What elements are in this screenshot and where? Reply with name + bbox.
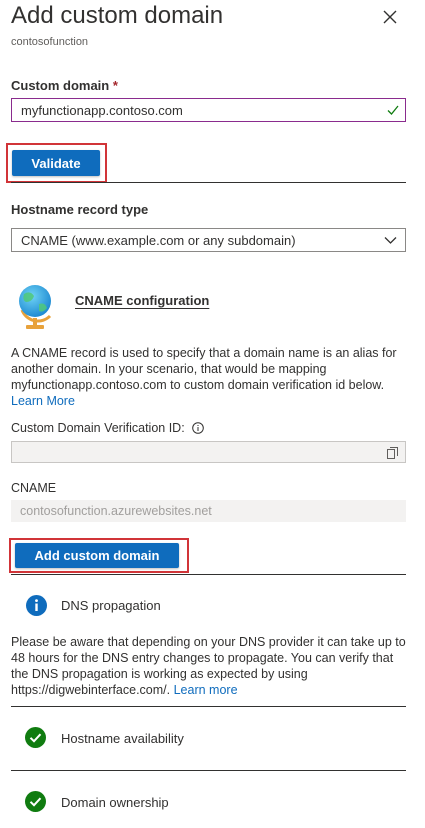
custom-domain-label-text: Custom domain bbox=[11, 78, 110, 93]
custom-domain-label: Custom domain * bbox=[11, 78, 118, 93]
cname-label: CNAME bbox=[11, 481, 57, 495]
divider bbox=[11, 574, 406, 575]
page-title: Add custom domain bbox=[11, 2, 224, 29]
cname-description: A CNAME record is used to specify that a… bbox=[11, 345, 411, 409]
domain-ownership-label: Domain ownership bbox=[61, 795, 169, 810]
hostname-record-label: Hostname record type bbox=[11, 202, 149, 217]
hostname-record-value: CNAME (www.example.com or any subdomain) bbox=[21, 233, 296, 248]
divider bbox=[11, 182, 406, 183]
divider bbox=[11, 770, 406, 771]
verification-id-label-text: Custom Domain Verification ID: bbox=[11, 421, 185, 435]
cname-field[interactable]: contosofunction.azurewebsites.net bbox=[11, 500, 406, 522]
globe-icon bbox=[19, 285, 52, 329]
chevron-down-icon bbox=[384, 237, 397, 244]
hostname-availability-label: Hostname availability bbox=[61, 731, 184, 746]
info-icon[interactable] bbox=[192, 422, 204, 434]
learn-more-link[interactable]: Learn More bbox=[11, 394, 75, 408]
custom-domain-field[interactable] bbox=[11, 98, 406, 122]
hostname-record-select[interactable]: CNAME (www.example.com or any subdomain) bbox=[11, 228, 406, 252]
page-subtitle: contosofunction bbox=[11, 36, 89, 48]
dns-description: Please be aware that depending on your D… bbox=[11, 634, 411, 698]
cname-config-heading: CNAME configuration bbox=[75, 293, 210, 308]
dns-learn-more-link[interactable]: Learn more bbox=[174, 683, 238, 697]
divider bbox=[11, 706, 406, 707]
check-icon bbox=[387, 105, 399, 115]
add-custom-domain-button[interactable]: Add custom domain bbox=[15, 543, 179, 568]
cname-description-text: A CNAME record is used to specify that a… bbox=[11, 346, 397, 392]
info-filled-icon bbox=[26, 595, 47, 616]
copy-icon[interactable] bbox=[387, 447, 398, 459]
custom-domain-input[interactable] bbox=[12, 99, 372, 121]
verification-id-field[interactable] bbox=[11, 441, 406, 463]
dns-propagation-title: DNS propagation bbox=[61, 598, 161, 613]
cname-value: contosofunction.azurewebsites.net bbox=[20, 504, 212, 518]
validate-button[interactable]: Validate bbox=[12, 150, 100, 176]
close-icon[interactable] bbox=[381, 8, 399, 26]
success-check-icon bbox=[25, 727, 46, 748]
required-mark: * bbox=[112, 78, 118, 93]
success-check-icon bbox=[25, 791, 46, 812]
verification-id-label: Custom Domain Verification ID: bbox=[11, 421, 204, 435]
